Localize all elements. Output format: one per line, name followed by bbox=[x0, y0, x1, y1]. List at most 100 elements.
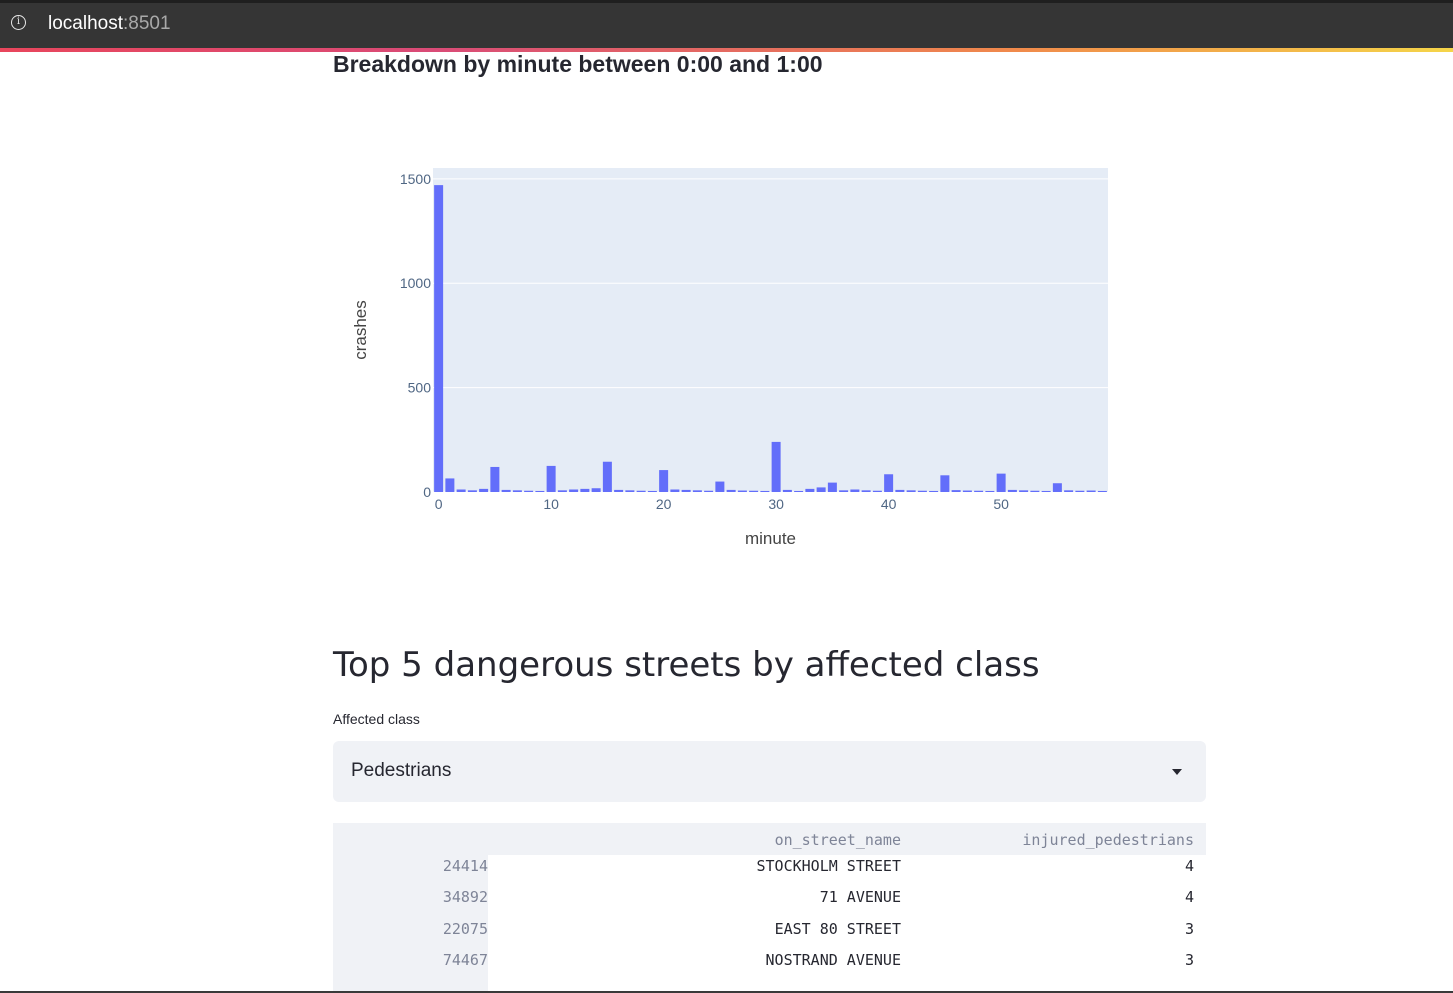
street-name-cell: NOSTRAND AVENUE bbox=[765, 951, 901, 969]
bar-minute-25[interactable] bbox=[715, 481, 725, 492]
bar-minute-52[interactable] bbox=[1019, 490, 1029, 492]
x-tick-label: 50 bbox=[993, 496, 1009, 512]
street-name-cell: STOCKHOLM STREET bbox=[756, 857, 902, 875]
bar-minute-3[interactable] bbox=[467, 490, 477, 492]
bar-minute-50[interactable] bbox=[996, 473, 1006, 492]
table-row: 22075 EAST 80 STREET 3 bbox=[333, 920, 1206, 951]
bar-minute-19[interactable] bbox=[647, 490, 657, 492]
bar-minute-49[interactable] bbox=[985, 490, 995, 492]
bar-minute-30[interactable] bbox=[771, 441, 781, 492]
bar-minute-39[interactable] bbox=[872, 490, 882, 492]
bar-minute-9[interactable] bbox=[535, 490, 545, 492]
bar-minute-24[interactable] bbox=[704, 490, 714, 492]
affected-class-selected-value: Pedestrians bbox=[351, 760, 452, 781]
bar-minute-16[interactable] bbox=[614, 489, 624, 492]
bar-minute-59[interactable] bbox=[1097, 490, 1107, 492]
y-tick-labels: 0 500 1000 1500 bbox=[400, 171, 431, 500]
streets-section-heading: Top 5 dangerous streets by affected clas… bbox=[333, 645, 1040, 685]
bar-minute-41[interactable] bbox=[895, 489, 905, 492]
browser-tab-strip bbox=[0, 0, 1453, 3]
bar-minute-12[interactable] bbox=[569, 489, 579, 492]
bar-minute-7[interactable] bbox=[512, 490, 522, 492]
bar-minute-57[interactable] bbox=[1075, 490, 1085, 492]
column-header-injured[interactable]: injured_pedestrians bbox=[1022, 831, 1194, 849]
bar-minute-20[interactable] bbox=[659, 470, 669, 492]
bar-minute-5[interactable] bbox=[490, 466, 500, 492]
row-index: 74467 bbox=[442, 951, 488, 969]
bar-minute-42[interactable] bbox=[906, 490, 916, 492]
bar-minute-6[interactable] bbox=[501, 489, 511, 492]
bar-minute-27[interactable] bbox=[737, 490, 747, 492]
bar-minute-48[interactable] bbox=[974, 490, 984, 492]
url-host: localhost bbox=[48, 13, 123, 34]
y-tick-label: 500 bbox=[408, 380, 432, 396]
bar-minute-44[interactable] bbox=[929, 490, 939, 492]
x-tick-label: 30 bbox=[768, 496, 784, 512]
bar-minute-26[interactable] bbox=[726, 489, 736, 492]
bar-minute-47[interactable] bbox=[962, 490, 972, 492]
injured-count-cell: 4 bbox=[1184, 857, 1194, 875]
bar-minute-15[interactable] bbox=[602, 461, 612, 492]
bar-minute-46[interactable] bbox=[951, 490, 961, 492]
bar-minute-23[interactable] bbox=[692, 490, 702, 492]
affected-class-select[interactable]: Pedestrians bbox=[333, 741, 1206, 802]
bar-minute-45[interactable] bbox=[940, 475, 950, 492]
bar-minute-11[interactable] bbox=[557, 490, 567, 492]
injured-count-cell: 4 bbox=[1184, 888, 1194, 906]
x-tick-label: 0 bbox=[435, 496, 443, 512]
bar-minute-8[interactable] bbox=[524, 490, 534, 492]
bar-minute-54[interactable] bbox=[1041, 490, 1051, 492]
x-tick-label: 20 bbox=[656, 496, 672, 512]
bar-minute-32[interactable] bbox=[794, 490, 804, 492]
bar-minute-56[interactable] bbox=[1064, 490, 1074, 492]
chart-section-title: Breakdown by minute between 0:00 and 1:0… bbox=[333, 51, 823, 77]
bar-minute-35[interactable] bbox=[827, 482, 837, 492]
street-name-cell: EAST 80 STREET bbox=[774, 920, 901, 938]
x-tick-label: 40 bbox=[881, 496, 897, 512]
y-axis-label: crashes bbox=[351, 300, 370, 360]
bar-minute-43[interactable] bbox=[917, 490, 927, 492]
bar-minute-1[interactable] bbox=[445, 478, 455, 492]
dangerous-streets-table[interactable]: on_street_name injured_pedestrians 24414… bbox=[333, 823, 1206, 993]
bar-minute-31[interactable] bbox=[782, 489, 792, 492]
table-row: 34892 71 AVENUE 4 bbox=[333, 888, 1206, 919]
bar-minute-37[interactable] bbox=[850, 489, 860, 492]
affected-class-label: Affected class bbox=[333, 711, 420, 727]
y-tick-label: 0 bbox=[423, 484, 431, 500]
bar-minute-40[interactable] bbox=[884, 474, 894, 492]
url-field[interactable]: localhost:8501 bbox=[48, 13, 171, 35]
caret-down-icon[interactable] bbox=[1172, 769, 1182, 775]
bar-minute-28[interactable] bbox=[749, 490, 759, 492]
bar-minute-14[interactable] bbox=[591, 488, 601, 492]
bar-minute-55[interactable] bbox=[1052, 483, 1062, 492]
bar-minute-21[interactable] bbox=[670, 489, 680, 492]
bar-minute-53[interactable] bbox=[1030, 490, 1040, 492]
minute-breakdown-chart[interactable]: 0 500 1000 1500 0 10 20 30 40 50 minute crashes bbox=[340, 150, 1120, 560]
bar-minute-38[interactable] bbox=[861, 490, 871, 492]
bar-minute-18[interactable] bbox=[636, 490, 646, 492]
table-header: on_street_name injured_pedestrians bbox=[333, 823, 1206, 855]
row-index: 24414 bbox=[442, 857, 488, 875]
bar-minute-34[interactable] bbox=[816, 487, 826, 492]
bar-minute-2[interactable] bbox=[456, 489, 466, 492]
injured-count-cell: 3 bbox=[1184, 951, 1194, 969]
bar-minute-51[interactable] bbox=[1007, 489, 1017, 492]
bar-minute-29[interactable] bbox=[760, 490, 770, 492]
bar-minute-36[interactable] bbox=[839, 490, 849, 492]
bar-minute-33[interactable] bbox=[805, 488, 815, 492]
table-row: 74467 NOSTRAND AVENUE 3 bbox=[333, 951, 1206, 982]
bar-minute-10[interactable] bbox=[546, 465, 556, 492]
column-header-street[interactable]: on_street_name bbox=[775, 831, 901, 849]
info-icon[interactable]: i bbox=[11, 15, 26, 30]
bar-minute-13[interactable] bbox=[580, 488, 590, 492]
browser-address-bar: i localhost:8501 bbox=[0, 0, 1453, 48]
table-row: 24414 STOCKHOLM STREET 4 bbox=[333, 857, 1206, 888]
bar-minute-22[interactable] bbox=[681, 489, 691, 492]
bar-minute-4[interactable] bbox=[479, 488, 489, 492]
x-tick-label: 10 bbox=[543, 496, 559, 512]
x-axis-label: minute bbox=[745, 529, 796, 548]
bar-minute-58[interactable] bbox=[1086, 490, 1096, 492]
bar-minute-17[interactable] bbox=[625, 490, 635, 492]
row-index: 34892 bbox=[442, 888, 488, 906]
bar-minute-0[interactable] bbox=[434, 185, 444, 492]
